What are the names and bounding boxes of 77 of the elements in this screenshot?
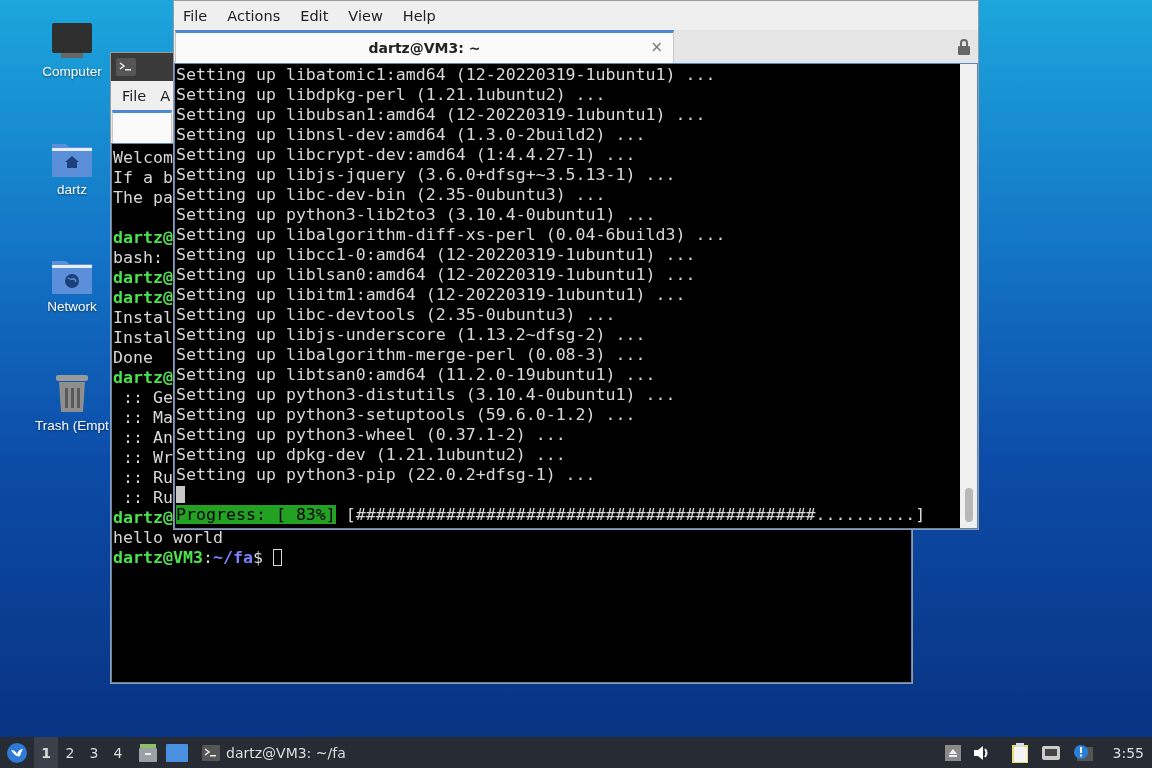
clipboard-icon[interactable]: [1010, 742, 1029, 763]
terminal-line: Setting up libcc1-0:amd64 (12-20220319-1ubuntu1) ...: [176, 245, 696, 265]
scrollbar[interactable]: [960, 64, 977, 528]
terminal-line: Setting up liblsan0:amd64 (12-20220319-1ubuntu1) ...: [176, 265, 696, 285]
terminal-line: dartz@: [113, 288, 173, 308]
menu-item[interactable]: Edit: [300, 7, 329, 24]
terminal-line: :: Ru: [122, 488, 173, 508]
menu-item[interactable]: A: [160, 87, 171, 104]
terminal-line: Setting up python3-distutils (3.10.4-0ubuntu1) ...: [176, 385, 676, 405]
terminal-line: Instal: [113, 308, 173, 328]
workspace-button[interactable]: 1: [34, 737, 58, 768]
terminal-line: Setting up python3-wheel (0.37.1-2) ...: [176, 425, 566, 445]
terminal-line: Instal: [113, 328, 173, 348]
terminal-line: :: Ma: [122, 408, 173, 428]
close-icon[interactable]: ×: [650, 38, 663, 56]
prompt-separator: :: [202, 548, 213, 567]
menu-item[interactable]: Help: [402, 7, 436, 24]
menu-item[interactable]: View: [348, 7, 383, 24]
terminal-line: hello world: [113, 528, 223, 548]
terminal-line: Setting up libatomic1:amd64 (12-20220319-1ubuntu1) ...: [176, 65, 716, 85]
eject-icon[interactable]: [944, 744, 961, 761]
terminal-line: dartz@: [113, 228, 173, 248]
window-icon[interactable]: [166, 743, 188, 762]
monitor-icon: [51, 22, 93, 60]
desktop-icon-label[interactable]: dartz: [57, 182, 87, 197]
terminal-line: Setting up libjs-underscore (1.13.2~dfsg-2) ...: [176, 325, 646, 345]
progress-label: Progress: [ 83%]: [176, 505, 336, 524]
prompt-path: ~/fa: [212, 548, 253, 567]
terminal-line: Setting up libalgorithm-diff-xs-perl (0.04-6build3) ...: [176, 225, 726, 245]
terminal-line: Setting up python3-pip (22.0.2+dfsg-1) ...: [176, 465, 596, 485]
menu-item[interactable]: Actions: [227, 7, 281, 24]
terminal-line: Setting up python3-lib2to3 (3.10.4-0ubuntu1) ...: [176, 205, 656, 225]
terminal-line: Setting up libalgorithm-merge-perl (0.08-3) ...: [176, 345, 646, 365]
terminal-line: Setting up libtsan0:amd64 (11.2.0-19ubuntu1) ...: [176, 365, 656, 385]
terminal-line: Setting up python3-setuptools (59.6.0-1.2) ...: [176, 405, 636, 425]
terminal-line: dartz@: [113, 268, 173, 288]
terminal-icon: [202, 744, 220, 761]
lock-icon: [958, 38, 970, 55]
start-menu-icon[interactable]: [6, 741, 28, 764]
workspace-button[interactable]: 4: [106, 737, 130, 768]
terminal-line: Setting up libubsan1:amd64 (12-20220319-1ubuntu1) ...: [176, 105, 706, 125]
prompt-sign: $: [252, 548, 264, 567]
desktop-icon-label[interactable]: Network: [47, 299, 97, 314]
desktop-icon-label[interactable]: Trash (Empt: [35, 418, 109, 433]
workspace-button[interactable]: 2: [58, 737, 82, 768]
terminal-line: Setting up libc-dev-bin (2.35-0ubuntu3) ...: [176, 185, 606, 205]
menu-item[interactable]: File: [183, 7, 208, 24]
notification-icon[interactable]: [1072, 743, 1093, 762]
terminal-line: :: Wr: [122, 448, 173, 468]
terminal-line: Setting up libjs-jquery (3.6.0+dfsg+~3.5.13-1) ...: [176, 165, 676, 185]
terminal-line: Welcom: [113, 148, 173, 168]
terminal-line: Setting up dpkg-dev (1.21.1ubuntu2) ...: [176, 445, 566, 465]
terminal-line: Setting up libnsl-dev:amd64 (1.3.0-2build2) ...: [176, 125, 646, 145]
terminal-line: :: Ru: [122, 468, 173, 488]
terminal-tab[interactable]: dartz@VM3: ~ ×: [175, 30, 674, 63]
terminal-line: Setting up libc-devtools (2.35-0ubuntu3) ...: [176, 305, 616, 325]
terminal-icon: [116, 58, 136, 76]
terminal-line: bash:: [113, 248, 164, 268]
file-cabinet-icon[interactable]: [138, 742, 158, 763]
wired-network-icon[interactable]: [1040, 744, 1061, 761]
terminal-line: If a b: [113, 168, 173, 188]
terminal-line: :: Ge: [122, 388, 173, 408]
prompt-user: dartz@VM3: [113, 548, 203, 567]
terminal-line: :: An: [122, 428, 173, 448]
clock[interactable]: 3:55: [1112, 744, 1144, 761]
terminal-line: Done: [113, 348, 154, 368]
menu-item[interactable]: File: [122, 87, 147, 104]
terminal-line: Setting up libdpkg-perl (1.21.1ubuntu2) ...: [176, 85, 606, 105]
workspace-button[interactable]: 3: [82, 737, 106, 768]
taskbar-window-button[interactable]: dartz@VM3: ~/fa: [194, 737, 354, 768]
terminal-line: Setting up libitm1:amd64 (12-20220319-1ubuntu1) ...: [176, 285, 686, 305]
progress-bar-text: [##############################################..........]: [345, 505, 926, 524]
terminal-line: dartz@: [113, 368, 173, 388]
terminal-line: Setting up libcrypt-dev:amd64 (1:4.4.27-1) ...: [176, 145, 636, 165]
terminal-line: dartz@: [113, 508, 173, 528]
terminal-tab[interactable]: [112, 110, 172, 143]
terminal-line: The pa: [113, 188, 173, 208]
